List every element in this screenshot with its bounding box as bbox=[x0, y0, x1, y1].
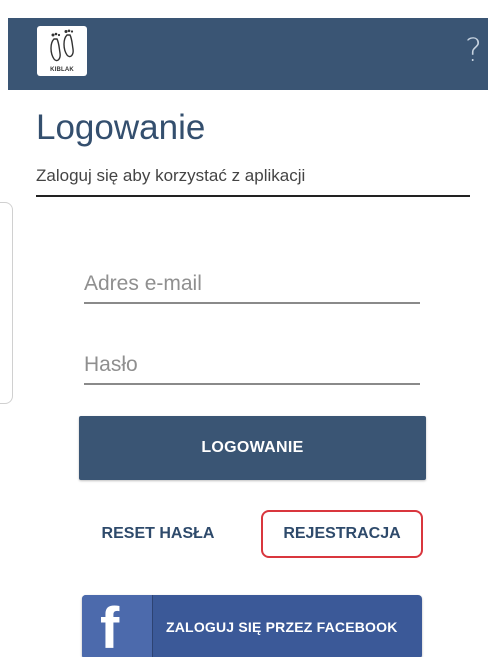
reset-password-button[interactable]: RESET HASŁA bbox=[88, 510, 228, 558]
subtitle-divider bbox=[36, 195, 470, 197]
app-logo[interactable]: KIBLAK bbox=[37, 26, 87, 76]
logo-text: KIBLAK bbox=[50, 67, 74, 73]
facebook-icon-glyph: f bbox=[100, 596, 120, 657]
email-field[interactable] bbox=[84, 266, 420, 304]
facebook-icon: f bbox=[82, 595, 153, 657]
app-bar: KIBLAK ? bbox=[8, 18, 488, 90]
register-button[interactable]: REJESTRACJA bbox=[261, 510, 423, 558]
page-subtitle: Zaloguj się aby korzystać z aplikacji bbox=[36, 166, 306, 185]
facebook-login-button[interactable]: f ZALOGUJ SIĘ PRZEZ FACEBOOK bbox=[82, 595, 422, 657]
password-field[interactable] bbox=[84, 347, 420, 385]
help-button[interactable]: ? bbox=[465, 30, 482, 70]
footprints-icon bbox=[50, 29, 74, 62]
page-title: Logowanie bbox=[36, 108, 206, 147]
login-screen: KIBLAK ? Logowanie Zaloguj się aby korzy… bbox=[0, 0, 488, 657]
login-button[interactable]: LOGOWANIE bbox=[79, 416, 426, 480]
side-panel-edge[interactable] bbox=[0, 202, 13, 404]
facebook-login-label: ZALOGUJ SIĘ PRZEZ FACEBOOK bbox=[166, 619, 398, 635]
